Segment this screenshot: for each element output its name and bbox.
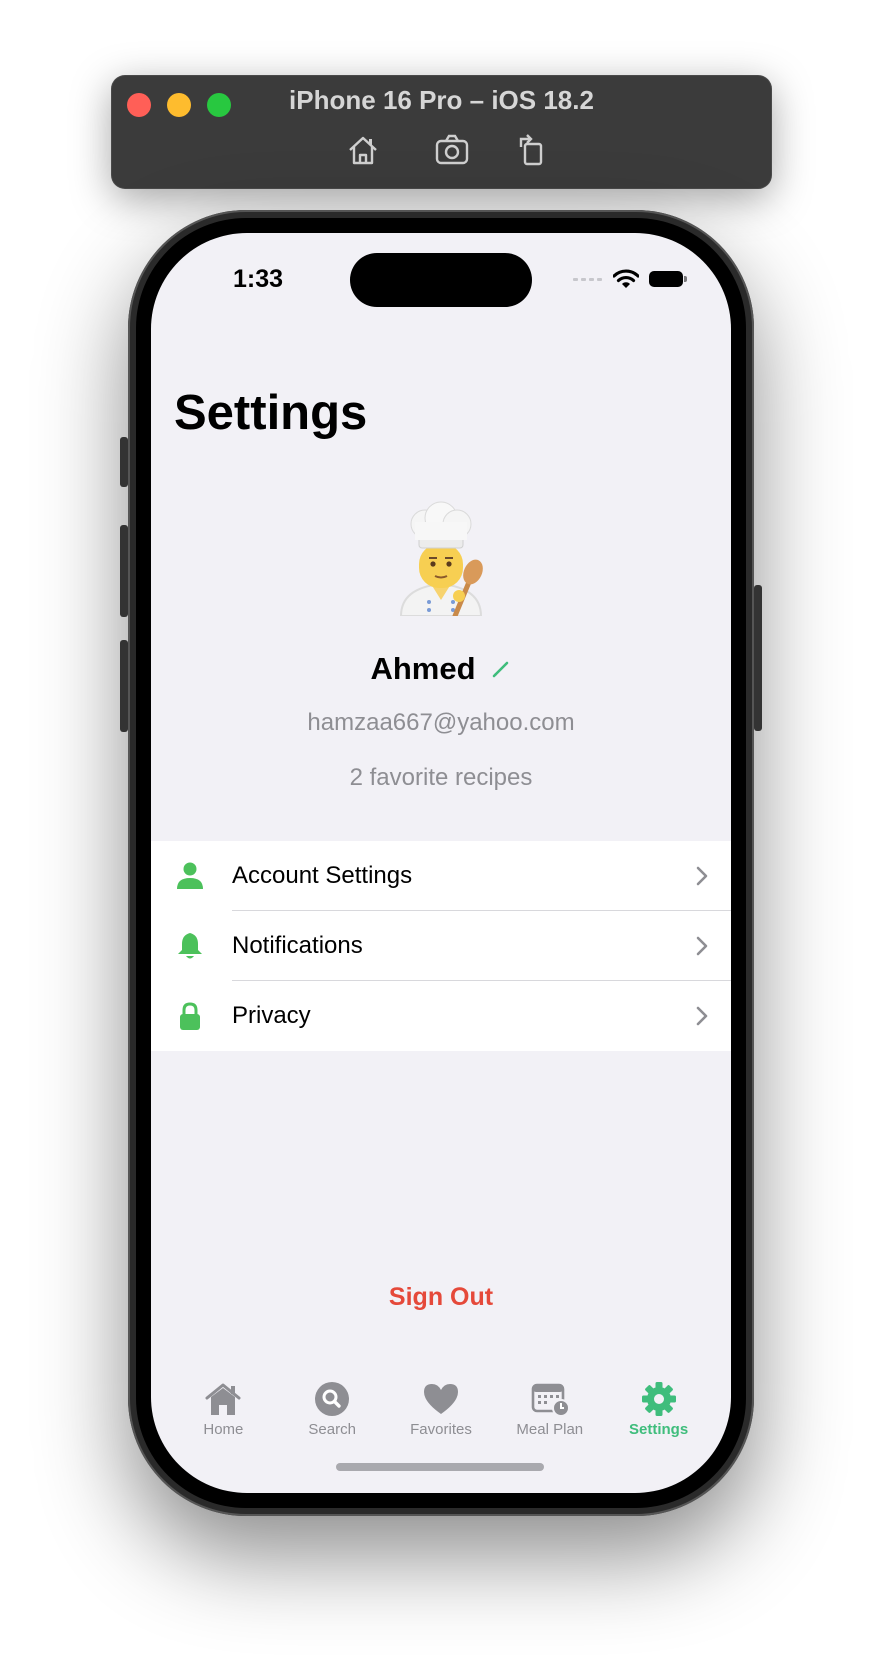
person-icon bbox=[177, 862, 203, 889]
tab-label: Favorites bbox=[410, 1421, 472, 1438]
menu-item-notifications[interactable]: Notifications bbox=[151, 911, 731, 981]
lock-icon bbox=[180, 1002, 200, 1030]
page-title: Settings bbox=[174, 386, 368, 440]
tab-search[interactable]: Search bbox=[286, 1381, 378, 1451]
status-time: 1:33 bbox=[233, 265, 284, 293]
tab-settings[interactable]: Settings bbox=[613, 1381, 705, 1451]
calendar-clock-icon bbox=[531, 1383, 570, 1417]
menu-item-privacy[interactable]: Privacy bbox=[151, 981, 731, 1051]
tab-bar: Home Search Favorites Meal Plan Settings bbox=[151, 1381, 731, 1451]
tab-label: Settings bbox=[628, 1421, 689, 1438]
tab-home[interactable]: Home bbox=[177, 1381, 269, 1451]
favorite-count: 2 favorite recipes bbox=[349, 764, 533, 791]
pencil-icon[interactable] bbox=[490, 658, 512, 680]
simulator-toolbar: iPhone 16 Pro – iOS 18.2 bbox=[111, 75, 772, 189]
cellular-icon bbox=[573, 278, 602, 281]
battery-icon bbox=[649, 271, 687, 287]
bell-icon bbox=[178, 933, 202, 959]
menu-item-label: Privacy bbox=[232, 1002, 311, 1029]
rotate-icon[interactable] bbox=[513, 131, 551, 169]
profile-name-row: Ahmed bbox=[151, 651, 731, 687]
profile-name: Ahmed bbox=[370, 651, 476, 686]
power-button bbox=[754, 585, 762, 731]
menu-item-account-settings[interactable]: Account Settings bbox=[151, 841, 731, 911]
home-indicator[interactable] bbox=[336, 1463, 544, 1471]
house-icon bbox=[205, 1383, 241, 1415]
menu-item-label: Account Settings bbox=[232, 862, 413, 889]
settings-menu: Account Settings Notifications Privacy bbox=[151, 841, 731, 1051]
simulator-title: iPhone 16 Pro – iOS 18.2 bbox=[289, 85, 594, 115]
profile-email: hamzaa667@yahoo.com bbox=[307, 709, 575, 736]
chef-avatar[interactable] bbox=[389, 500, 493, 619]
menu-item-label: Notifications bbox=[232, 932, 363, 959]
search-icon bbox=[315, 1382, 350, 1416]
tab-favorites[interactable]: Favorites bbox=[395, 1381, 487, 1451]
wifi-icon bbox=[613, 269, 639, 288]
volume-up-button bbox=[120, 525, 128, 617]
gear-icon bbox=[641, 1382, 676, 1416]
action-button bbox=[120, 437, 128, 487]
home-icon[interactable] bbox=[344, 131, 382, 169]
sign-out-button[interactable]: Sign Out bbox=[151, 1283, 731, 1312]
volume-down-button bbox=[120, 640, 128, 732]
chevron-right-icon bbox=[696, 1006, 708, 1026]
tab-meal-plan[interactable]: Meal Plan bbox=[504, 1381, 596, 1451]
chevron-right-icon bbox=[696, 866, 708, 886]
tab-label: Home bbox=[203, 1421, 244, 1438]
heart-icon bbox=[423, 1384, 458, 1414]
tab-label: Search bbox=[308, 1421, 356, 1438]
tab-label: Meal Plan bbox=[516, 1421, 584, 1438]
camera-icon[interactable] bbox=[433, 131, 471, 169]
app-screen: 1:33 Settings Ahmed hamzaa667@yahoo.com … bbox=[151, 233, 731, 1493]
status-indicators bbox=[573, 269, 687, 289]
dynamic-island bbox=[350, 253, 532, 307]
chevron-right-icon bbox=[696, 936, 708, 956]
